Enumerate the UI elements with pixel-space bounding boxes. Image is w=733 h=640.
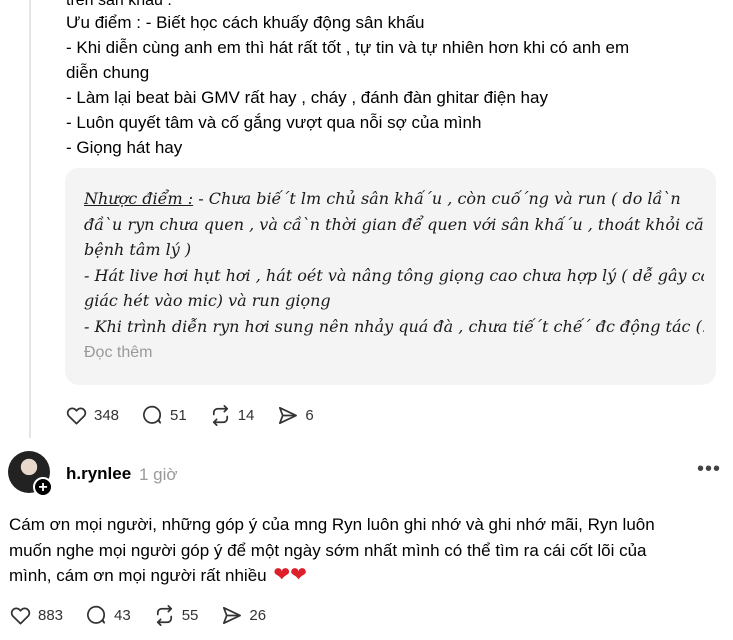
send-icon [223,606,242,625]
heart-icon [66,407,87,425]
more-options-icon[interactable]: ••• [697,458,721,481]
share-count: 26 [249,607,267,624]
thread-line [29,0,31,438]
follow-plus-icon[interactable]: + [33,477,53,497]
like-count: 348 [94,407,120,424]
post-line: - Luôn quyết tâm và cố gắng vượt qua nỗi… [66,113,482,132]
quote-heading: Nhược điểm : [84,189,194,208]
comment-button[interactable]: 43 [85,604,131,627]
repost-button[interactable]: 14 [209,404,255,427]
quote-line: - Chưa biế´t lm chủ sân khấ´u , còn cuố´… [193,189,681,208]
like-button[interactable]: 883 [9,604,63,627]
post-line: Ưu điểm : - Biết học cách khuấy động sân… [66,13,425,32]
post-clipped-line: trên sân khấu . [66,0,172,9]
read-more-link[interactable]: Đọc thêm [84,344,152,362]
quote-first-line: Nhược điểm : - Chưa biế´t lm chủ sân khấ… [84,186,704,212]
comment-icon [143,405,162,424]
repost-button[interactable]: 55 [153,604,199,627]
comment-icon [87,605,106,624]
repost-icon [156,605,172,626]
reply-action-bar: 883 43 55 26 [9,604,288,627]
heart-emoji: ❤❤ [273,564,307,586]
reply-line: Cám ơn mọi người, những góp ý của mng Ry… [9,515,655,534]
comment-button[interactable]: 51 [141,404,187,427]
post-line: - Làm lại beat bài GMV rất hay , cháy , … [66,88,548,107]
quote-card[interactable]: Nhược điểm : - Chưa biế´t lm chủ sân khấ… [65,168,716,385]
quote-line: - Hát live hơi hụt hơi , hát oét và nâng… [84,265,704,285]
reply-line-last: mình, cám ơn mọi người rất nhiều ❤❤ [9,563,729,589]
repost-count: 14 [237,407,255,424]
repost-icon [212,405,228,426]
quote-line: giác hét vào mic) và run giọng [84,291,331,310]
reply-line: muốn nghe mọi người góp ý để một ngày sớ… [9,540,647,560]
reply-line: mình, cám ơn mọi người rất nhiều [9,566,267,585]
reply-timestamp: 1 giờ [139,465,178,484]
heart-icon [10,607,31,625]
post-line: diễn chung [66,63,150,82]
share-button[interactable]: 26 [220,604,266,627]
reply-username[interactable]: h.rynlee [66,464,131,484]
quote-line: bệnh tâm lý ) [84,240,192,259]
post-line: - Giọng hát hay [66,138,183,157]
post-body: Ưu điểm : - Biết học cách khuấy động sân… [66,10,706,160]
share-button[interactable]: 6 [276,404,314,427]
post-line: - Khi diễn cùng anh em thì hát rất tốt ,… [66,38,630,57]
like-count: 883 [38,607,64,624]
share-count: 6 [305,407,314,424]
post-action-bar: 348 51 14 6 [65,404,336,427]
like-button[interactable]: 348 [65,404,119,427]
reply-body: Cám ơn mọi người, những góp ý của mng Ry… [9,512,729,589]
quote-line: đầ`u ryn chưa quen , và cầ`n thời gian đ… [84,214,704,234]
comment-count: 43 [114,607,131,624]
send-icon [279,406,298,425]
repost-count: 55 [181,607,199,624]
comment-count: 51 [170,407,187,424]
quote-body: Nhược điểm : - Chưa biế´t lm chủ sân khấ… [84,186,704,339]
quote-line: - Khi trình diễn ryn hơi sung nên nhảy q… [84,316,704,336]
